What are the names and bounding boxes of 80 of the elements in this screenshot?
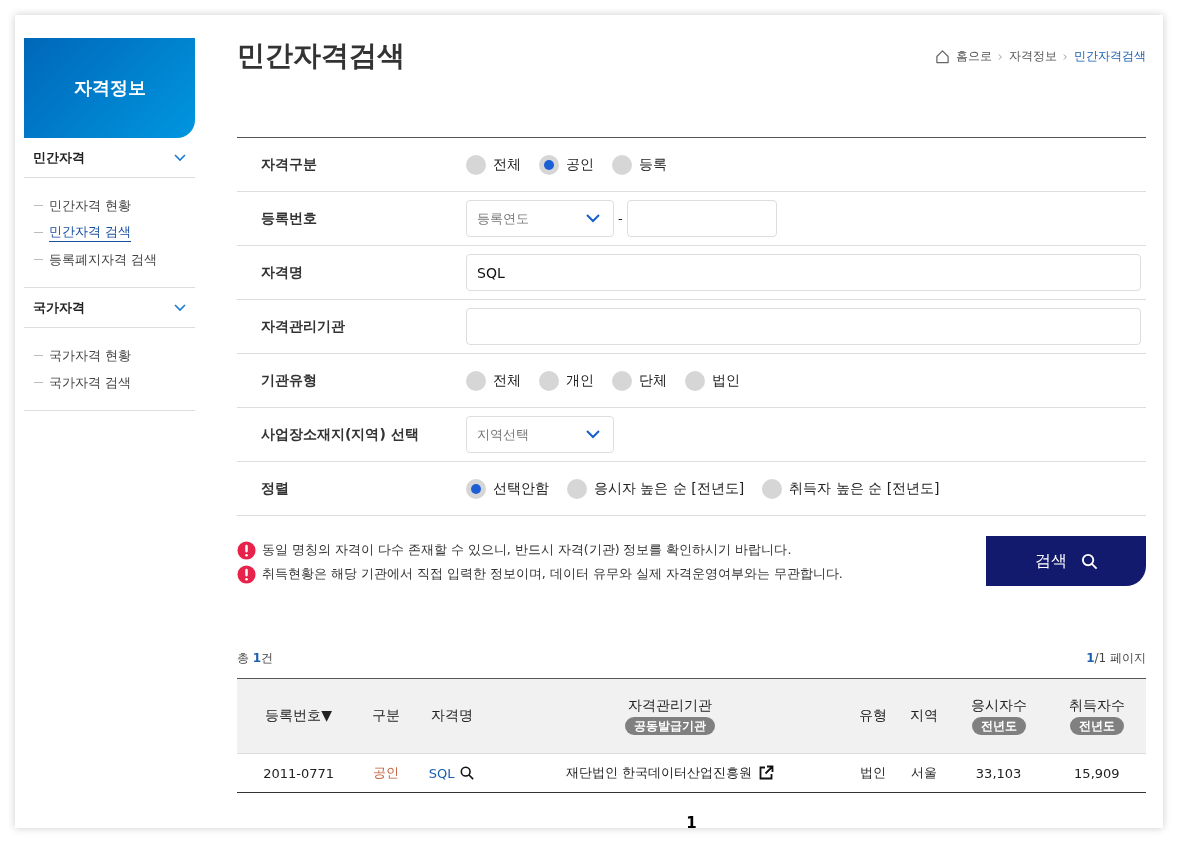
result-count: 총 1건 (237, 650, 274, 667)
radio-label: 공인 (566, 155, 594, 174)
chevron-icon (586, 214, 600, 223)
column-header: 구분 (360, 678, 412, 754)
column-badge: 전년도 (1069, 717, 1124, 735)
radio-button[interactable] (612, 154, 632, 175)
separator-text: - (618, 211, 623, 226)
sidebar-item[interactable]: 등록폐지자격 검색 (49, 250, 158, 269)
breadcrumb-link[interactable]: 자격정보 (1009, 48, 1057, 65)
radio-button[interactable] (466, 154, 486, 175)
table-cell: 서울 (911, 765, 938, 780)
text-input[interactable] (466, 308, 1141, 345)
region-dropdown[interactable]: 지역선택 (466, 416, 614, 453)
sidebar-group[interactable]: 국가자격 (24, 288, 195, 328)
notice-text: 동일 명칭의 자격이 다수 존재할 수 있으니, 반드시 자격(기관) 정보를 확인하시기 바랍니다. (262, 541, 792, 559)
sidebar-title: 자격정보 (24, 38, 195, 138)
radio-label: 선택안함 (493, 479, 549, 498)
sidebar-item[interactable]: 국가자격 검색 (49, 373, 132, 392)
radio-label: 등록 (639, 155, 667, 174)
radio-button[interactable] (539, 370, 559, 391)
radio-label: 법인 (712, 371, 740, 390)
radio-button[interactable] (539, 154, 559, 175)
sidebar-item[interactable]: 국가자격 현황 (49, 346, 132, 365)
breadcrumb-link[interactable]: 홈으로 (956, 48, 992, 65)
table-cell: 15,909 (1074, 765, 1120, 781)
column-header: 유형 (847, 678, 899, 754)
column-badge: 공동발급기관 (624, 717, 715, 735)
text-input[interactable]: SQL (466, 254, 1141, 291)
radio-button[interactable] (762, 478, 783, 499)
column-header: 등록번호▼ (237, 678, 361, 754)
radio-label: 단체 (639, 371, 667, 390)
field-label: 정렬 (260, 479, 290, 498)
radio-button[interactable] (567, 478, 587, 499)
table-cell: 33,103 (975, 765, 1022, 781)
table-cell: 재단법인 한국데이터산업진흥원 (565, 764, 752, 782)
radio-label: 취득자 높은 순 [전년도] (789, 479, 940, 498)
sidebar-item[interactable]: 민간자격 검색 (49, 223, 132, 242)
field-label: 자격구분 (260, 155, 318, 174)
chevron-icon (1063, 52, 1068, 61)
home-icon (935, 49, 950, 64)
column-header: 응시자수 전년도 (949, 678, 1048, 754)
column-header: 자격관리기관 공동발급기관 (492, 678, 848, 754)
column-header: 지역 (898, 678, 950, 754)
number-input[interactable] (626, 200, 777, 237)
sidebar-group[interactable]: 민간자격 (24, 138, 195, 178)
table-cell: 법인 (860, 765, 887, 780)
radio-label: 응시자 높은 순 [전년도] (594, 479, 745, 498)
field-label: 자격명 (260, 263, 304, 282)
radio-label: 개인 (566, 371, 594, 390)
radio-button[interactable] (685, 370, 705, 391)
page-title: 민간자격검색 (237, 38, 405, 74)
notice-text: 취득현황은 해당 기관에서 직접 입력한 정보이며, 데이터 유무와 실제 자격운영여부와는 무관합니다. (262, 565, 843, 583)
field-label: 자격관리기관 (260, 317, 346, 336)
column-header: 취득자수 전년도 (1047, 678, 1146, 754)
radio-label: 전체 (493, 155, 521, 174)
page-link[interactable]: 1 (686, 814, 697, 828)
breadcrumb-link[interactable]: 민간자격검색 (1074, 48, 1146, 65)
field-label: 사업장소재지(지역) 선택 (260, 425, 420, 444)
radio-button[interactable] (466, 478, 486, 499)
radio-button[interactable] (612, 370, 632, 391)
radio-label: 전체 (493, 371, 521, 390)
sidebar-item[interactable]: 민간자격 현황 (49, 196, 132, 215)
external-link-icon[interactable] (758, 765, 774, 781)
page-info: 1/1 페이지 (1086, 650, 1146, 667)
search-button[interactable]: 검색 (986, 536, 1146, 586)
warning-icon (237, 540, 256, 560)
warning-icon (237, 564, 256, 584)
chevron-icon (586, 430, 600, 439)
chevron-icon (998, 52, 1003, 61)
year-dropdown[interactable]: 등록연도 (466, 200, 614, 237)
search-icon (1080, 552, 1098, 570)
column-header: 자격명 (411, 678, 492, 754)
table-cell: 공인 (372, 765, 399, 780)
field-label: 기관유형 (260, 371, 318, 390)
qualification-link[interactable]: SQL (428, 765, 455, 781)
search-icon[interactable] (460, 766, 475, 780)
radio-button[interactable] (466, 370, 486, 391)
field-label: 등록번호 (260, 209, 318, 228)
table-cell: 2011-0771 (263, 765, 335, 781)
column-badge: 전년도 (971, 717, 1026, 735)
